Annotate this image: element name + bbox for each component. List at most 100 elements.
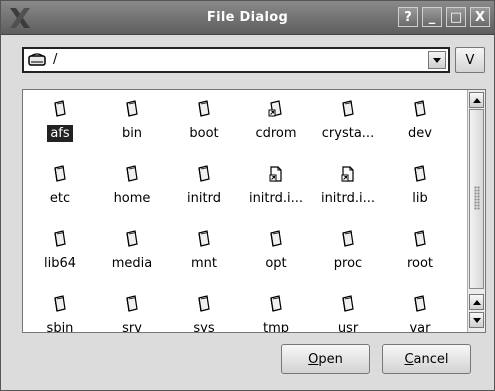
file-item-label: var	[409, 321, 431, 333]
file-item-label: afs	[47, 125, 73, 142]
path-dropdown-button[interactable]	[428, 51, 446, 69]
folder-icon	[126, 100, 138, 117]
folder-link-icon	[268, 100, 282, 117]
file-item-label: initrd.i...	[320, 191, 376, 206]
folder-icon	[126, 295, 138, 312]
folder-icon	[54, 165, 66, 182]
view-mode-button[interactable]: V	[455, 47, 485, 73]
folder-icon	[414, 100, 426, 117]
file-item[interactable]: etc	[24, 165, 96, 207]
file-item[interactable]: crysta...	[312, 100, 384, 142]
file-item[interactable]: dev	[384, 100, 456, 142]
file-item-label: opt	[265, 256, 287, 271]
folder-icon	[270, 230, 282, 247]
scrollbar-thumb[interactable]	[469, 109, 484, 289]
file-item-label: mnt	[191, 256, 217, 271]
cancel-button[interactable]: Cancel	[382, 344, 471, 374]
folder-icon	[54, 230, 66, 247]
folder-icon	[198, 295, 210, 312]
file-item[interactable]: home	[96, 165, 168, 207]
file-item-label: lib64	[43, 256, 77, 271]
scroll-up-button[interactable]	[469, 92, 484, 108]
file-item-label: proc	[333, 256, 363, 271]
path-combobox[interactable]: /	[22, 47, 450, 73]
arrow-up-icon	[472, 299, 481, 305]
chevron-down-icon	[433, 57, 441, 63]
help-button[interactable]: ?	[398, 7, 418, 27]
folder-icon	[342, 295, 354, 312]
file-item[interactable]: afs	[24, 100, 96, 142]
file-item-label: sys	[193, 321, 215, 333]
open-mnemonic: O	[308, 351, 319, 367]
file-item[interactable]: usr	[312, 295, 384, 333]
cancel-mnemonic: C	[404, 351, 414, 367]
file-item[interactable]: root	[384, 230, 456, 272]
file-item-label: usr	[337, 321, 359, 333]
file-dialog-window: File Dialog ? _ □ X / V afs bin boot cdrom c…	[0, 0, 495, 391]
file-item[interactable]: lib	[384, 165, 456, 207]
file-item[interactable]: tmp	[240, 295, 312, 333]
folder-icon	[126, 165, 138, 182]
folder-icon	[198, 230, 210, 247]
file-item[interactable]: srv	[96, 295, 168, 333]
drive-icon	[28, 53, 46, 66]
title-bar-buttons: ? _ □ X	[398, 7, 490, 27]
folder-icon	[198, 100, 210, 117]
folder-icon	[54, 100, 66, 117]
arrow-down-icon	[472, 317, 481, 323]
folder-icon	[198, 165, 210, 182]
folder-icon	[54, 295, 66, 312]
file-item-label: crysta...	[321, 126, 375, 141]
title-bar[interactable]: File Dialog ? _ □ X	[1, 1, 494, 35]
file-link-icon	[341, 166, 354, 182]
file-item[interactable]: initrd.i...	[312, 165, 384, 207]
scroll-up-button-lower[interactable]	[469, 294, 484, 310]
file-item-label: srv	[122, 321, 142, 333]
file-item-label: bin	[121, 126, 143, 141]
scroll-down-button[interactable]	[469, 312, 484, 328]
file-item-label: initrd	[187, 191, 221, 206]
file-item-label: initrd.i...	[248, 191, 304, 206]
file-item-label: tmp	[262, 321, 289, 333]
file-item[interactable]: initrd.i...	[240, 165, 312, 207]
file-item-label: boot	[189, 126, 219, 141]
folder-icon	[414, 165, 426, 182]
cancel-label: ancel	[413, 351, 449, 367]
file-item[interactable]: sbin	[24, 295, 96, 333]
minimize-button[interactable]: _	[422, 7, 442, 27]
file-item-label: lib	[412, 191, 428, 206]
grip-icon	[474, 186, 480, 210]
arrow-up-icon	[472, 97, 481, 103]
file-item[interactable]: opt	[240, 230, 312, 272]
file-item-label: sbin	[46, 321, 74, 333]
open-label: pen	[318, 351, 343, 367]
file-item[interactable]: proc	[312, 230, 384, 272]
folder-icon	[342, 230, 354, 247]
maximize-button[interactable]: □	[446, 7, 466, 27]
folder-icon	[414, 230, 426, 247]
file-item-label: media	[111, 256, 153, 271]
file-list-panel: afs bin boot cdrom crysta... dev etc home initrd…	[22, 89, 486, 333]
file-item[interactable]: boot	[168, 100, 240, 142]
file-item[interactable]: media	[96, 230, 168, 272]
file-item[interactable]: bin	[96, 100, 168, 142]
file-link-icon	[269, 166, 282, 182]
open-button[interactable]: Open	[281, 344, 370, 374]
close-button[interactable]: X	[470, 7, 490, 27]
folder-icon	[342, 100, 354, 117]
file-item-label: etc	[49, 191, 71, 206]
path-value[interactable]: /	[53, 52, 57, 67]
folder-icon	[270, 295, 282, 312]
file-item[interactable]: cdrom	[240, 100, 312, 142]
file-item[interactable]: lib64	[24, 230, 96, 272]
folder-icon	[414, 295, 426, 312]
file-item[interactable]: var	[384, 295, 456, 333]
vertical-scrollbar[interactable]	[467, 90, 485, 332]
file-item-label: dev	[408, 126, 432, 141]
file-item[interactable]: initrd	[168, 165, 240, 207]
folder-icon	[126, 230, 138, 247]
file-item-label: home	[113, 191, 151, 206]
file-item[interactable]: sys	[168, 295, 240, 333]
file-item-label: root	[406, 256, 434, 271]
file-item[interactable]: mnt	[168, 230, 240, 272]
